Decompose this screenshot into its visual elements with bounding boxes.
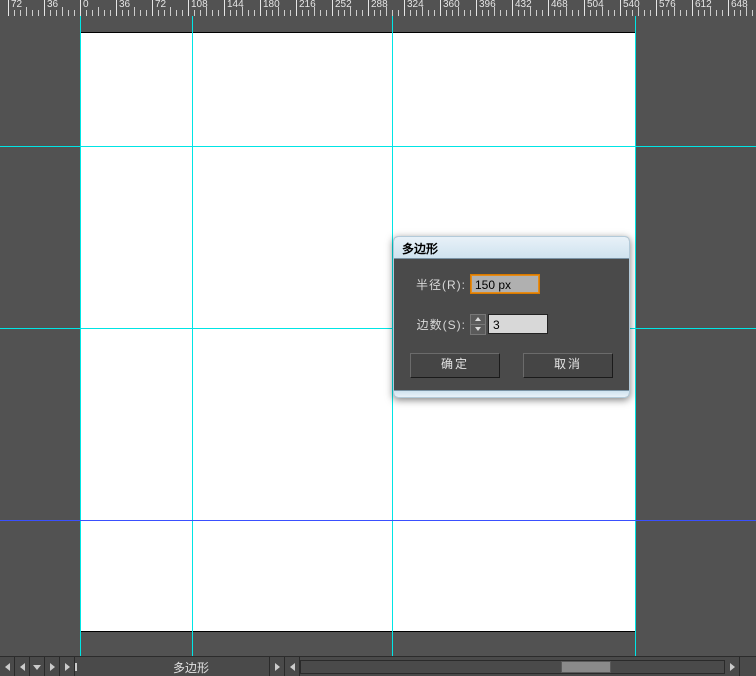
ruler-major-tick: 576	[656, 0, 657, 16]
chevron-up-icon	[475, 317, 481, 321]
sides-step-down-button[interactable]	[471, 325, 485, 334]
ruler-minor-tick	[62, 7, 63, 16]
hscroll-left-button[interactable]	[270, 657, 285, 676]
ruler-major-tick: 612	[692, 0, 693, 16]
dialog-footer	[394, 390, 629, 397]
ruler-minor-tick	[242, 7, 243, 16]
dialog-buttons: 确定 取消	[406, 353, 617, 378]
ruler-minor-tick	[26, 7, 27, 16]
vertical-guide[interactable]	[192, 16, 193, 672]
ruler-minor-tick	[386, 7, 387, 16]
ruler-major-tick: 396	[476, 0, 477, 16]
ruler-minor-tick	[746, 7, 747, 16]
ruler-major-tick: 648	[728, 0, 729, 16]
status-tool-name: 多边形	[75, 657, 270, 676]
ruler-major-tick: 144	[224, 0, 225, 16]
ruler-major-tick: 72	[8, 0, 9, 16]
ruler-minor-tick	[350, 7, 351, 16]
dialog-titlebar[interactable]: 多边形	[394, 237, 629, 259]
chevron-left-icon	[20, 663, 25, 671]
ruler-major-tick: 72	[152, 0, 153, 16]
chevron-left-icon	[290, 663, 295, 671]
horizontal-guide[interactable]	[0, 520, 756, 521]
ruler-major-tick: 504	[584, 0, 585, 16]
ruler-major-tick: 432	[512, 0, 513, 16]
ruler-major-tick: 108	[188, 0, 189, 16]
ruler-major-tick: 216	[296, 0, 297, 16]
ruler-minor-tick	[458, 7, 459, 16]
sides-label: 边数(S):	[406, 316, 470, 333]
ruler-minor-tick	[566, 7, 567, 16]
ruler-major-tick: 288	[368, 0, 369, 16]
skip-forward-icon	[65, 663, 70, 671]
nav-first-button[interactable]	[0, 657, 15, 676]
statusbar-grip	[740, 657, 756, 676]
ruler-minor-tick	[134, 7, 135, 16]
ruler-minor-tick	[710, 7, 711, 16]
ruler-minor-tick	[602, 7, 603, 16]
horizontal-ruler: 7236036721081441802162522883243603964324…	[0, 0, 756, 16]
chevron-down-icon	[475, 327, 481, 331]
nav-last-button[interactable]	[60, 657, 75, 676]
ruler-minor-tick	[422, 7, 423, 16]
sides-stepper	[470, 314, 486, 335]
vertical-guide[interactable]	[80, 16, 81, 672]
sides-step-up-button[interactable]	[471, 315, 485, 325]
hscroll-track[interactable]	[300, 660, 725, 674]
cancel-button[interactable]: 取消	[523, 353, 613, 378]
ruler-major-tick: 360	[440, 0, 441, 16]
ruler-minor-tick	[170, 7, 171, 16]
nav-prev-button[interactable]	[15, 657, 30, 676]
ruler-minor-tick	[638, 7, 639, 16]
vertical-guide[interactable]	[635, 16, 636, 672]
dialog-title: 多边形	[402, 242, 438, 256]
ruler-major-tick: 468	[548, 0, 549, 16]
canvas-area[interactable]: 多边形 半径(R): 150 px 边数(S): 3 确定 取消	[0, 16, 756, 656]
nav-dropdown-button[interactable]	[30, 657, 45, 676]
ruler-minor-tick	[530, 7, 531, 16]
hscroll-thumb[interactable]	[561, 661, 611, 673]
ruler-minor-tick	[278, 7, 279, 16]
ruler-major-tick: 0	[80, 0, 81, 16]
ruler-major-tick: 180	[260, 0, 261, 16]
dialog-body: 半径(R): 150 px 边数(S): 3 确定 取消	[394, 259, 629, 390]
polygon-dialog: 多边形 半径(R): 150 px 边数(S): 3 确定 取消	[393, 236, 630, 398]
skip-back-icon	[5, 663, 10, 671]
chevron-right-icon	[50, 663, 55, 671]
chevron-right-icon	[730, 663, 735, 671]
status-bar: 多边形	[0, 656, 756, 676]
ruler-minor-tick	[314, 7, 315, 16]
chevron-down-icon	[33, 665, 41, 670]
ruler-major-tick: 36	[44, 0, 45, 16]
horizontal-guide[interactable]	[0, 146, 756, 147]
hscroll-right-button[interactable]	[725, 657, 740, 676]
horizontal-guide[interactable]	[0, 328, 756, 329]
ok-button[interactable]: 确定	[410, 353, 500, 378]
ruler-major-tick: 36	[116, 0, 117, 16]
radius-input[interactable]: 150 px	[470, 274, 540, 294]
ruler-major-tick: 252	[332, 0, 333, 16]
radius-row: 半径(R): 150 px	[406, 273, 617, 295]
ruler-minor-tick	[494, 7, 495, 16]
ruler-minor-tick	[206, 7, 207, 16]
nav-next-button[interactable]	[45, 657, 60, 676]
ruler-minor-tick	[674, 7, 675, 16]
sides-input[interactable]: 3	[488, 314, 548, 334]
ruler-major-tick: 540	[620, 0, 621, 16]
radius-label: 半径(R):	[406, 276, 470, 293]
ruler-minor-tick	[98, 7, 99, 16]
chevron-right-icon	[275, 663, 280, 671]
hscroll-left2-button[interactable]	[285, 657, 300, 676]
sides-row: 边数(S): 3	[406, 313, 617, 335]
ruler-major-tick: 324	[404, 0, 405, 16]
